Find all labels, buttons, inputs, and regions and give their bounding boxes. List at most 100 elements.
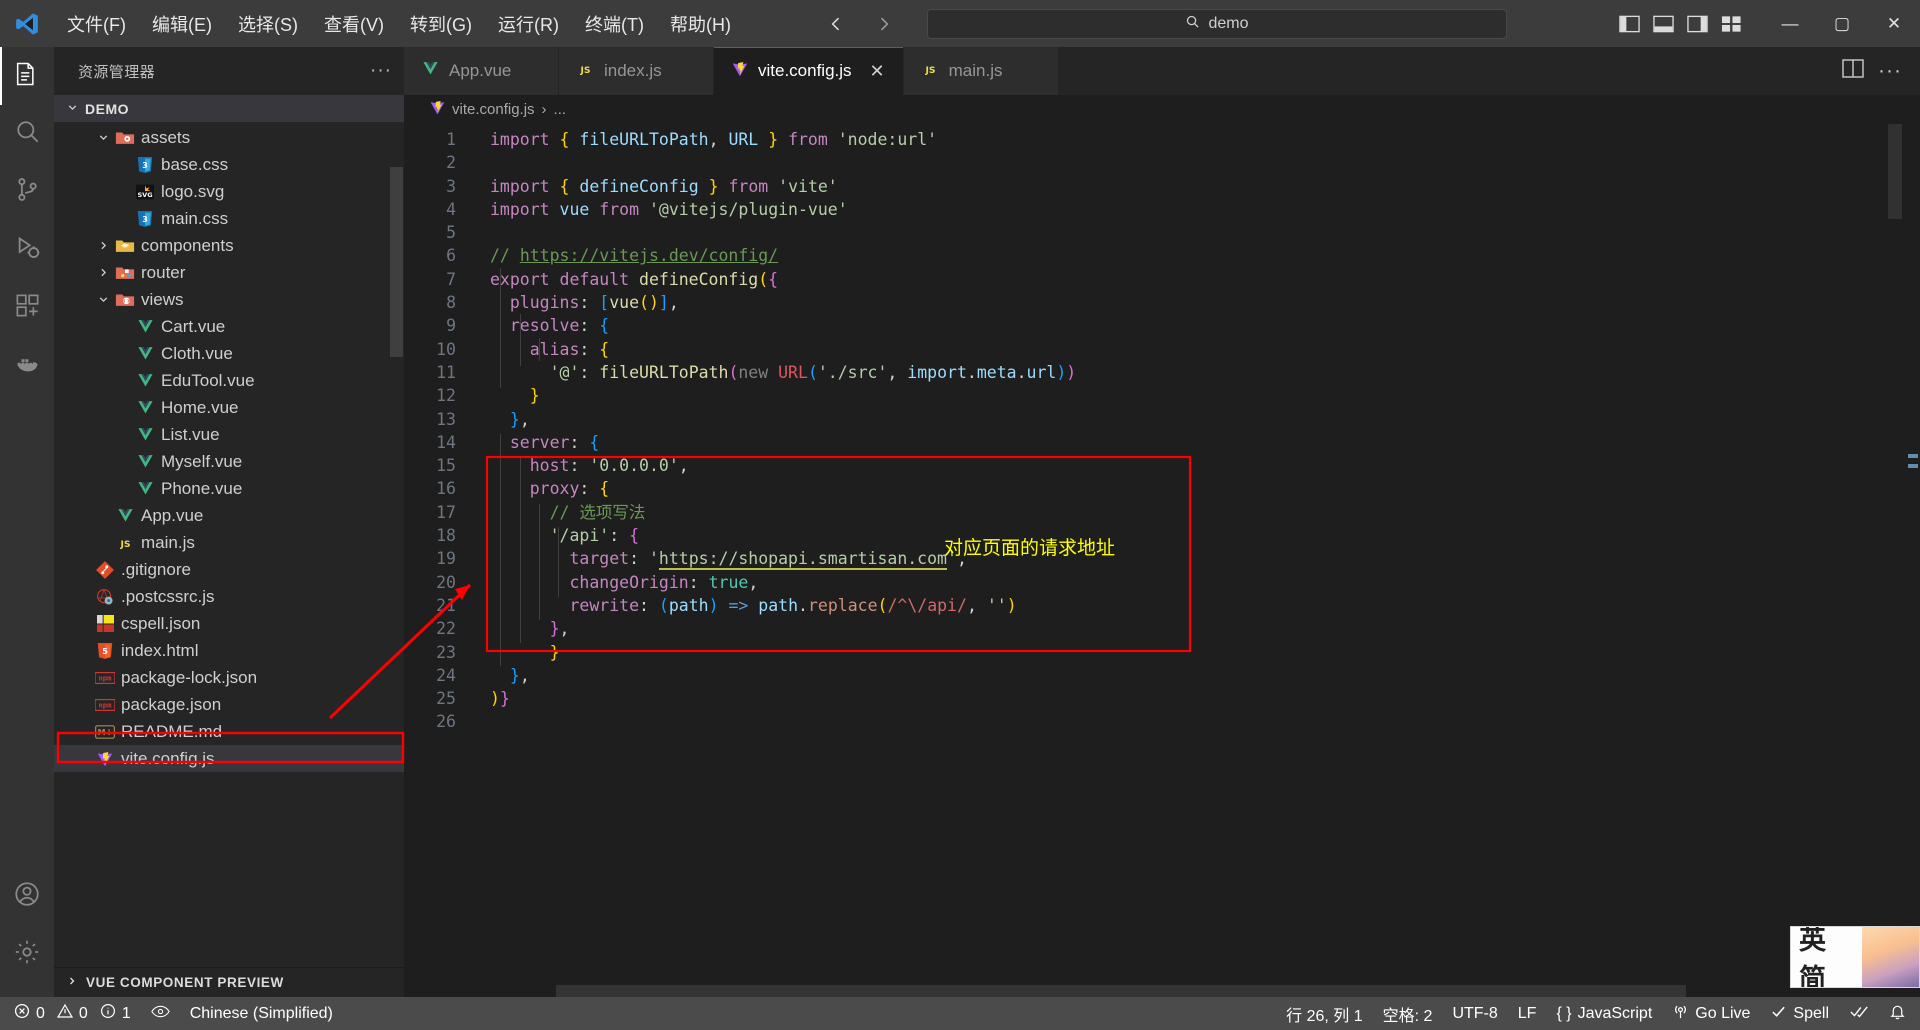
tree-item-myself-vue[interactable]: Myself.vue — [54, 448, 404, 475]
activity-explorer[interactable] — [0, 47, 54, 105]
menu-selection[interactable]: 选择(S) — [225, 0, 311, 47]
maximize-button[interactable]: ▢ — [1816, 0, 1868, 47]
code-content[interactable]: import { fileURLToPath, URL } from 'node… — [470, 124, 1920, 997]
minimap-slider[interactable] — [1888, 124, 1902, 219]
close-button[interactable]: ✕ — [1868, 0, 1920, 47]
vue-component-preview-section[interactable]: VUE COMPONENT PREVIEW — [54, 967, 404, 997]
tree-item-label: List.vue — [161, 424, 220, 444]
editor-vertical-rail[interactable] — [1904, 124, 1920, 997]
more-actions-icon[interactable]: ··· — [1878, 59, 1902, 83]
activity-source-control[interactable] — [0, 163, 54, 221]
title-bar-right: — ▢ ✕ — [1614, 0, 1920, 47]
status-indentation[interactable]: 空格: 2 — [1373, 997, 1443, 1030]
status-spell[interactable]: Spell — [1760, 997, 1839, 1030]
git-icon — [92, 560, 118, 579]
menu-edit[interactable]: 编辑(E) — [139, 0, 225, 47]
file-tree[interactable]: assets 3 base.css SVG logo.svg 3 main.css compo… — [54, 122, 404, 936]
minimize-button[interactable]: — — [1764, 0, 1816, 47]
tree-item-router[interactable]: router — [54, 259, 404, 286]
menu-file[interactable]: 文件(F) — [54, 0, 139, 47]
tree-item-main-css[interactable]: 3 main.css — [54, 205, 404, 232]
tree-item-assets[interactable]: assets — [54, 124, 404, 151]
eye-icon — [150, 1004, 170, 1024]
tree-item-cspell-json[interactable]: cspell.json — [54, 610, 404, 637]
back-icon[interactable] — [819, 7, 853, 41]
customize-layout-icon[interactable] — [1716, 9, 1746, 39]
toggle-secondary-sidebar-icon[interactable] — [1682, 9, 1712, 39]
command-center-search[interactable]: demo — [926, 8, 1507, 39]
activity-docker[interactable] — [0, 337, 54, 395]
explorer-more-icon[interactable]: ··· — [370, 60, 392, 82]
tree-item-package-lock-json[interactable]: npm package-lock.json — [54, 664, 404, 691]
toggle-primary-sidebar-icon[interactable] — [1614, 9, 1644, 39]
status-encoding[interactable]: UTF-8 — [1442, 997, 1507, 1030]
status-check[interactable] — [1839, 997, 1879, 1030]
code-line-22: }, — [549, 619, 570, 639]
tree-item-label: main.css — [161, 208, 229, 228]
status-problems[interactable]: 0 0 1 — [4, 997, 141, 1030]
status-go-live[interactable]: Go Live — [1662, 997, 1760, 1030]
vue-icon — [132, 318, 158, 335]
status-notifications[interactable] — [1879, 997, 1916, 1030]
tree-item-app-vue[interactable]: App.vue — [54, 502, 404, 529]
extensions-icon — [14, 292, 41, 324]
menu-view[interactable]: 查看(V) — [311, 0, 397, 47]
tree-item-home-vue[interactable]: Home.vue — [54, 394, 404, 421]
tab-index-js[interactable]: JS index.js — [559, 47, 714, 95]
horizontal-scrollbar[interactable] — [556, 985, 1686, 997]
tree-item-phone-vue[interactable]: Phone.vue — [54, 475, 404, 502]
js-icon: JS — [577, 60, 594, 82]
code-line-3: import { defineConfig } from 'vite' — [490, 176, 838, 196]
tree-item-base-css[interactable]: 3 base.css — [54, 151, 404, 178]
tree-item--gitignore[interactable]: .gitignore — [54, 556, 404, 583]
activity-bar — [0, 47, 54, 997]
status-eol[interactable]: LF — [1508, 997, 1547, 1030]
tab-close-icon[interactable]: ✕ — [870, 61, 885, 82]
activity-settings[interactable] — [0, 925, 54, 983]
forward-icon[interactable] — [867, 7, 901, 41]
chevron-down-icon — [66, 101, 79, 117]
breadcrumb-file[interactable]: vite.config.js — [452, 101, 535, 118]
tree-item-edutool-vue[interactable]: EduTool.vue — [54, 367, 404, 394]
workspace-folder-row[interactable]: DEMO — [54, 95, 404, 122]
menu-help[interactable]: 帮助(H) — [657, 0, 744, 47]
tab-app-vue[interactable]: App.vue — [404, 47, 559, 95]
tree-item-readme-md[interactable]: M↓ README.md — [54, 718, 404, 745]
tree-item-cloth-vue[interactable]: Cloth.vue — [54, 340, 404, 367]
split-editor-icon[interactable] — [1842, 59, 1864, 83]
status-eye[interactable] — [141, 997, 180, 1030]
toggle-panel-icon[interactable] — [1648, 9, 1678, 39]
tab-main-js[interactable]: JS main.js — [903, 47, 1059, 95]
tree-item-package-json[interactable]: npm package.json — [54, 691, 404, 718]
tree-item-components[interactable]: components — [54, 232, 404, 259]
breadcrumb[interactable]: vite.config.js › ... — [404, 95, 1920, 124]
tree-item-logo-svg[interactable]: SVG logo.svg — [54, 178, 404, 205]
code-editor[interactable]: 1 2 3 4 5 6 7 8 9 10 11 12 13 14 15 16 17 18 19 20 21 22 23 24 2… — [404, 124, 1920, 997]
tree-item-cart-vue[interactable]: Cart.vue — [54, 313, 404, 340]
js-icon: JS — [112, 534, 138, 551]
status-language-mode[interactable]: { } JavaScript — [1546, 997, 1662, 1030]
tree-item-views[interactable]: views — [54, 286, 404, 313]
tab-vite-config-js[interactable]: vite.config.js ✕ — [714, 47, 904, 95]
activity-account[interactable] — [0, 867, 54, 925]
tree-item--postcssrc-js[interactable]: .postcssrc.js — [54, 583, 404, 610]
tree-item-list-vue[interactable]: List.vue — [54, 421, 404, 448]
status-cursor-position[interactable]: 行 26, 列 1 — [1276, 997, 1372, 1030]
editor-tabs[interactable]: App.vue JS index.js vite.config.js ✕ JS main.j… — [404, 47, 1920, 95]
ime-indicator[interactable]: 英 简 — [1790, 926, 1920, 988]
menu-terminal[interactable]: 终端(T) — [572, 0, 657, 47]
menu-bar[interactable]: 文件(F) 编辑(E) 选择(S) 查看(V) 转到(G) 运行(R) 终端(T… — [54, 0, 744, 47]
tree-item-main-js[interactable]: JS main.js — [54, 529, 404, 556]
line-number: 22 — [436, 619, 456, 639]
breadcrumb-rest[interactable]: ... — [554, 101, 567, 118]
double-check-icon — [1849, 1003, 1869, 1025]
menu-go[interactable]: 转到(G) — [397, 0, 485, 47]
menu-run[interactable]: 运行(R) — [485, 0, 572, 47]
activity-search[interactable] — [0, 105, 54, 163]
tree-item-vite-config-js[interactable]: vite.config.js — [54, 745, 404, 772]
sidebar-scrollbar[interactable] — [390, 167, 403, 357]
activity-extensions[interactable] — [0, 279, 54, 337]
tree-item-index-html[interactable]: 5 index.html — [54, 637, 404, 664]
status-locale[interactable]: Chinese (Simplified) — [180, 997, 343, 1030]
activity-run-debug[interactable] — [0, 221, 54, 279]
